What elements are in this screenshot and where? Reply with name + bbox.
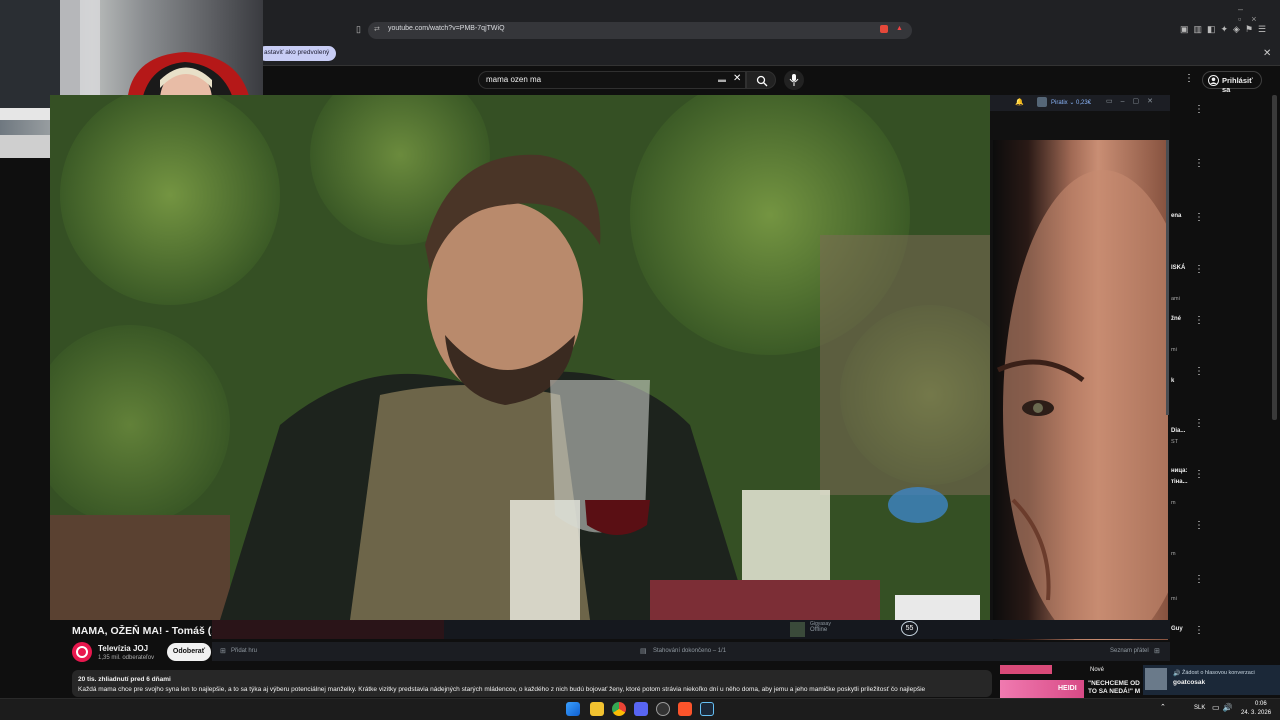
rec-title-fragment: тiна... (1171, 479, 1188, 485)
obs-icon[interactable] (656, 702, 670, 716)
clock-time[interactable]: 0:06 (1255, 701, 1267, 707)
discord-icon[interactable] (634, 702, 648, 716)
joj-logo-icon (76, 646, 88, 658)
face-closeup (996, 170, 1203, 650)
close-infobar-icon[interactable]: ✕ (1263, 48, 1271, 59)
steam-window-controls[interactable]: ▭–▢✕ (1106, 97, 1161, 105)
rec-channel-fragment: ST (1171, 439, 1179, 445)
video-menu-icon[interactable]: ⋮ (1194, 470, 1204, 480)
page-scrollbar[interactable] (1272, 95, 1277, 420)
video-menu-icon[interactable]: ⋮ (1194, 213, 1204, 223)
video-menu-icon[interactable]: ⋮ (1194, 316, 1204, 326)
rec-title-fragment: žné (1171, 316, 1182, 322)
rec-title[interactable]: "NECHCEME OD TO SA NEDÁ!" M (1088, 680, 1140, 696)
overlay-content-image (993, 140, 1203, 650)
rec-meta-fragment: mi (1171, 347, 1177, 353)
rec-thumbnail[interactable] (1000, 665, 1052, 674)
brave-icon[interactable] (678, 702, 692, 716)
brave-shield-icon[interactable] (880, 25, 888, 33)
subscribe-button[interactable]: Odoberať (167, 643, 211, 661)
notification-user: goatcosak (1173, 679, 1206, 686)
video-menu-icon[interactable]: ⋮ (1194, 521, 1204, 531)
rec-thumb-label: HEIDI (1058, 685, 1077, 692)
search-input-value: mama ozen ma (486, 75, 542, 84)
subscriber-count: 1,35 mil. odberateľov (98, 655, 155, 661)
description-text: Každá mama chce pre svojho syna len to n… (78, 686, 926, 693)
rewards-icon[interactable]: ▲ (896, 25, 903, 32)
notification-title: Žádost o hlasovou konverzaci (1182, 670, 1255, 676)
downloads-icon[interactable]: ▤ (640, 647, 647, 655)
video-menu-icon[interactable]: ⋮ (1194, 105, 1204, 115)
file-explorer-icon[interactable] (590, 702, 604, 716)
rec-thumbnail[interactable]: HEIDI (1000, 680, 1084, 700)
steam-icon[interactable] (700, 702, 714, 716)
rec-title-line: TO SA NEDÁ!" M (1088, 688, 1141, 695)
view-count-date: 20 tis. zhliadnutí pred 6 dňami (78, 676, 171, 683)
window-controls[interactable]: –▫× (1238, 4, 1280, 24)
browser-extension-icons[interactable]: ▣▥◧✦◈⚑☰ (1180, 24, 1271, 35)
keyboard-icon[interactable]: ▬ (718, 75, 726, 84)
chrome-icon[interactable] (612, 702, 626, 716)
keyboard-language[interactable]: SLK (1194, 705, 1205, 711)
add-game-icon[interactable]: ⊞ (220, 647, 226, 655)
tray-network-volume-icons[interactable]: ▭🔊 (1212, 703, 1236, 712)
user-avatar[interactable] (1037, 97, 1047, 107)
bookmark-icon[interactable]: ▯ (356, 24, 361, 35)
notification-avatar (1145, 668, 1167, 690)
video-menu-icon[interactable]: ⋮ (1194, 367, 1204, 377)
video-menu-icon[interactable]: ⋮ (1194, 159, 1204, 169)
url-text: youtube.com/watch?v=PMB-7qjTWiQ (388, 25, 505, 32)
steam-friend-strip: Gigyasay Offline 55 (212, 620, 1170, 639)
video-player[interactable] (50, 95, 990, 620)
rec-title-fragment: k (1171, 378, 1175, 384)
rec-meta-fragment: m (1171, 500, 1176, 506)
clock-date[interactable]: 24. 3. 2026 (1241, 710, 1271, 716)
friends-list-button[interactable]: Seznam přátel (1110, 648, 1149, 654)
add-game-button[interactable]: Přidat hru (231, 648, 257, 654)
downloads-status[interactable]: Stahování dokončeno – 1/1 (653, 648, 726, 654)
video-title: MAMA, OŽEŇ MA! - Tomáš (1.d (72, 625, 212, 637)
rec-meta-fragment: mi (1171, 596, 1177, 602)
video-menu-icon[interactable]: ⋮ (1194, 265, 1204, 275)
friends-icon[interactable]: ⊞ (1154, 647, 1160, 655)
channel-name[interactable]: Televízia JOJ (98, 644, 148, 653)
steam-bottom-bar: ⊞ Přidat hru ▤ Stahování dokončeno – 1/1… (212, 642, 1170, 661)
account-icon (1208, 75, 1219, 86)
steam-user-wallet[interactable]: Piratix ⌄ 0,23€ (1051, 99, 1091, 106)
rec-title-line: "NECHCEME OD (1088, 680, 1140, 687)
rec-meta-fragment: m (1171, 551, 1176, 557)
clear-search-icon[interactable]: ✕ (733, 73, 741, 84)
set-default-button[interactable]: astaviť ako predvolený (258, 46, 336, 61)
rec-meta-fragment: ami (1171, 296, 1180, 302)
video-frame (50, 95, 990, 620)
start-windows-icon[interactable] (566, 702, 580, 716)
info-bar (263, 42, 1280, 66)
voice-search-button[interactable] (784, 70, 804, 90)
rec-title-fragment: ena (1171, 213, 1182, 219)
rec-new-badge: Nové (1090, 667, 1105, 673)
friend-avatar[interactable] (790, 622, 805, 637)
rec-title-fragment: ница: (1171, 468, 1188, 474)
search-button[interactable] (746, 71, 776, 89)
notification-bell-icon[interactable]: 🔔 (1015, 98, 1024, 106)
video-menu-icon[interactable]: ⋮ (1194, 419, 1204, 429)
video-menu-icon[interactable]: ⋮ (1194, 575, 1204, 585)
search-icon (756, 75, 768, 87)
microphone-icon (789, 74, 799, 86)
level-badge: 55 (901, 621, 918, 636)
rec-title-fragment: ISKÁ (1171, 265, 1186, 271)
rec-title-fragment: Dia... (1171, 428, 1186, 434)
game-banner (212, 620, 444, 639)
channel-avatar[interactable] (72, 642, 92, 662)
video-menu-icon[interactable]: ⋮ (1194, 626, 1204, 636)
settings-menu-icon[interactable]: ⋮ (1184, 73, 1194, 84)
signin-button[interactable]: Prihlásiť sa (1202, 71, 1262, 94)
voice-chat-icon: 🔊 (1173, 671, 1181, 677)
rec-title-fragment: Guy (1171, 626, 1183, 632)
site-info-icon[interactable]: ⇄ (374, 25, 380, 33)
tray-chevron-icon[interactable]: ⌃ (1160, 703, 1166, 711)
overlay-scrollbar[interactable] (1166, 140, 1169, 415)
friend-status: Offline (810, 627, 828, 633)
